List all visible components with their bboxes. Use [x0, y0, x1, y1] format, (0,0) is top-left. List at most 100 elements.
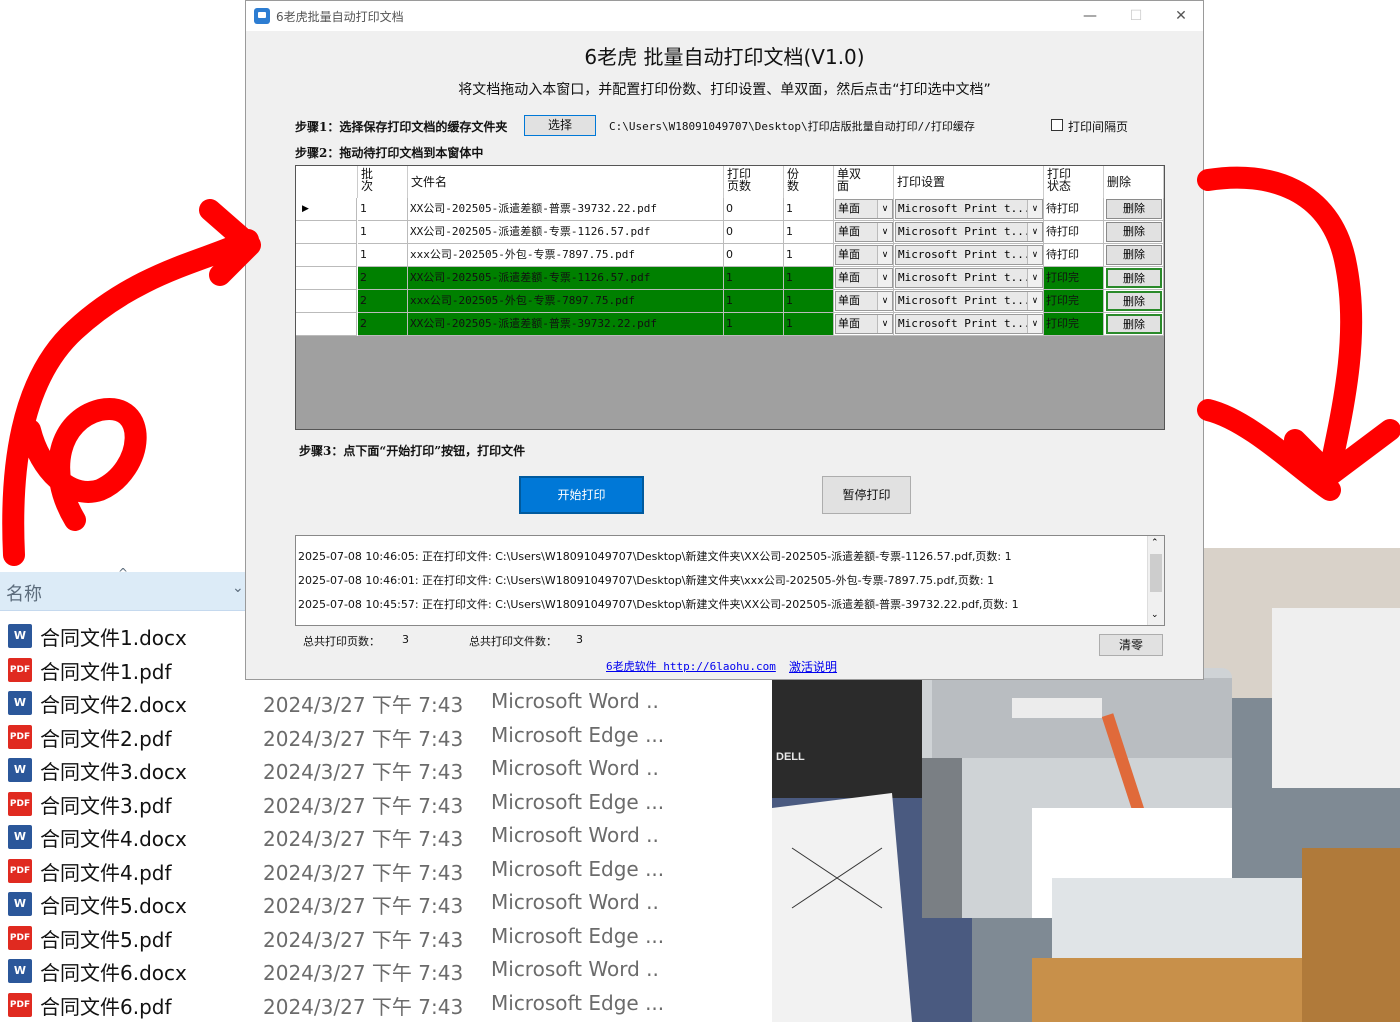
file-list-item[interactable]: PDF 合同文件5.pdf	[0, 922, 245, 955]
chevron-down-icon[interactable]: ∨	[877, 246, 892, 264]
grid-row[interactable]: 2 XX公司-202505-派遣差额-专票-1126.57.pdf 1 1 单面 ∨ Mic…	[296, 267, 1164, 290]
maximize-button[interactable]: ☐	[1113, 1, 1159, 31]
chevron-down-icon[interactable]: ∨	[1027, 223, 1042, 241]
grid-row[interactable]: ▶ 1 XX公司-202505-派遣差额-普票-39732.22.pdf 0 1 单面 ∨ M…	[296, 198, 1164, 221]
file-list-item[interactable]: W 合同文件6.docx	[0, 955, 245, 988]
col-status[interactable]: 打印状态	[1044, 166, 1104, 198]
scroll-up-icon[interactable]: ⌃	[1151, 538, 1159, 548]
cell-filename[interactable]: XX公司-202505-派遣差额-普票-39732.22.pdf	[408, 198, 724, 221]
interval-page-checkbox[interactable]	[1051, 119, 1063, 131]
file-list-item[interactable]: PDF 合同文件4.pdf	[0, 855, 245, 888]
delete-button[interactable]: 删除	[1106, 268, 1162, 288]
print-log[interactable]: 2025-07-08 10:46:05: 正在打印文件: C:\Users\W1…	[295, 535, 1165, 626]
cell-batch[interactable]: 1	[358, 198, 408, 221]
cell-batch[interactable]: 1	[358, 244, 408, 267]
file-details-row[interactable]: 2024/3/27 下午 7:43 Microsoft Word ..	[245, 888, 772, 921]
log-scrollbar[interactable]: ⌃ ⌄	[1147, 536, 1164, 625]
scroll-thumb[interactable]	[1150, 554, 1162, 592]
file-details-row[interactable]: 2024/3/27 下午 7:43 Microsoft Word ..	[245, 754, 772, 787]
chevron-down-icon[interactable]: ⌄	[232, 580, 244, 596]
row-selector[interactable]	[296, 290, 357, 313]
cell-copies[interactable]: 1	[784, 198, 834, 221]
cell-batch[interactable]: 2	[358, 313, 408, 336]
printer-dropdown[interactable]: Microsoft Print t... ∨	[895, 268, 1043, 288]
file-details-row[interactable]: 2024/3/27 下午 7:43 Microsoft Word ..	[245, 821, 772, 854]
grid-row[interactable]: 1 xxx公司-202505-外包-专票-7897.75.pdf 0 1 单面 ∨ Micr…	[296, 244, 1164, 267]
chevron-down-icon[interactable]: ∨	[1027, 246, 1042, 264]
cell-batch[interactable]: 1	[358, 221, 408, 244]
file-details-row[interactable]: 2024/3/27 下午 7:43 Microsoft Edge ...	[245, 988, 772, 1022]
scroll-down-icon[interactable]: ⌄	[1151, 610, 1159, 620]
cell-pages[interactable]: 0	[724, 244, 784, 267]
col-batch[interactable]: 批次	[358, 166, 408, 198]
delete-button[interactable]: 删除	[1106, 245, 1162, 265]
file-list-item[interactable]: PDF 合同文件2.pdf	[0, 721, 245, 754]
col-delete[interactable]: 删除	[1104, 166, 1164, 198]
cell-filename[interactable]: XX公司-202505-派遣差额-专票-1126.57.pdf	[408, 267, 724, 290]
file-details-row[interactable]: 2024/3/27 下午 7:43 Microsoft Word ..	[245, 955, 772, 988]
col-filename[interactable]: 文件名	[408, 166, 724, 198]
file-list-item[interactable]: W 合同文件2.docx	[0, 687, 245, 720]
cell-copies[interactable]: 1	[784, 313, 834, 336]
activation-link[interactable]: 激活说明	[789, 658, 837, 675]
duplex-dropdown[interactable]: 单面 ∨	[835, 291, 893, 311]
duplex-dropdown[interactable]: 单面 ∨	[835, 245, 893, 265]
duplex-dropdown[interactable]: 单面 ∨	[835, 314, 893, 334]
clear-button[interactable]: 清零	[1099, 634, 1163, 656]
printer-dropdown[interactable]: Microsoft Print t... ∨	[895, 222, 1043, 242]
grid-row[interactable]: 2 XX公司-202505-派遣差额-普票-39732.22.pdf 1 1 单面 ∨ Mi…	[296, 313, 1164, 336]
title-bar[interactable]: 6老虎批量自动打印文档 — ☐ ✕	[246, 1, 1203, 31]
chevron-down-icon[interactable]: ∨	[877, 269, 892, 287]
cell-batch[interactable]: 2	[358, 267, 408, 290]
cell-filename[interactable]: XX公司-202505-派遣差额-普票-39732.22.pdf	[408, 313, 724, 336]
printer-dropdown[interactable]: Microsoft Print t... ∨	[895, 291, 1043, 311]
cell-pages[interactable]: 1	[724, 267, 784, 290]
col-copies[interactable]: 份数	[784, 166, 834, 198]
cell-pages[interactable]: 1	[724, 290, 784, 313]
file-details-row[interactable]: 2024/3/27 下午 7:43 Microsoft Word ..	[245, 687, 772, 720]
chevron-down-icon[interactable]: ∨	[1027, 200, 1042, 218]
pause-print-button[interactable]: 暂停打印	[822, 476, 911, 514]
cell-copies[interactable]: 1	[784, 290, 834, 313]
duplex-dropdown[interactable]: 单面 ∨	[835, 268, 893, 288]
col-pages[interactable]: 打印页数	[724, 166, 784, 198]
printer-dropdown[interactable]: Microsoft Print t... ∨	[895, 314, 1043, 334]
grid-row[interactable]: 1 XX公司-202505-派遣差额-专票-1126.57.pdf 0 1 单面 ∨ Mic…	[296, 221, 1164, 244]
cell-copies[interactable]: 1	[784, 267, 834, 290]
file-list-item[interactable]: PDF 合同文件1.pdf	[0, 654, 245, 687]
duplex-dropdown[interactable]: 单面 ∨	[835, 199, 893, 219]
cell-pages[interactable]: 0	[724, 221, 784, 244]
printer-dropdown[interactable]: Microsoft Print t... ∨	[895, 199, 1043, 219]
cell-pages[interactable]: 1	[724, 313, 784, 336]
grid-row[interactable]: 2 xxx公司-202505-外包-专票-7897.75.pdf 1 1 单面 ∨ Micr…	[296, 290, 1164, 313]
cell-filename[interactable]: XX公司-202505-派遣差额-专票-1126.57.pdf	[408, 221, 724, 244]
explorer-column-header[interactable]: ^ 名称 ⌄	[0, 566, 245, 611]
cell-batch[interactable]: 2	[358, 290, 408, 313]
cell-filename[interactable]: xxx公司-202505-外包-专票-7897.75.pdf	[408, 290, 724, 313]
start-print-button[interactable]: 开始打印	[519, 476, 644, 514]
delete-button[interactable]: 删除	[1106, 314, 1162, 334]
file-details-row[interactable]: 2024/3/27 下午 7:43 Microsoft Edge ...	[245, 720, 772, 754]
file-list-item[interactable]: W 合同文件1.docx	[0, 620, 245, 653]
printer-dropdown[interactable]: Microsoft Print t... ∨	[895, 245, 1043, 265]
chevron-down-icon[interactable]: ∨	[877, 200, 892, 218]
cell-copies[interactable]: 1	[784, 221, 834, 244]
website-link[interactable]: 6老虎软件 http://6laohu.com	[606, 658, 776, 674]
chevron-down-icon[interactable]: ∨	[1027, 292, 1042, 310]
cell-filename[interactable]: xxx公司-202505-外包-专票-7897.75.pdf	[408, 244, 724, 267]
file-list-item[interactable]: PDF 合同文件6.pdf	[0, 989, 245, 1022]
chevron-down-icon[interactable]: ∨	[1027, 315, 1042, 333]
delete-button[interactable]: 删除	[1106, 222, 1162, 242]
close-button[interactable]: ✕	[1158, 1, 1204, 31]
row-selector[interactable]	[296, 313, 357, 336]
file-list-item[interactable]: W 合同文件3.docx	[0, 754, 245, 787]
col-settings[interactable]: 打印设置	[894, 166, 1044, 198]
delete-button[interactable]: 删除	[1106, 291, 1162, 311]
minimize-button[interactable]: —	[1067, 1, 1113, 31]
file-list-item[interactable]: PDF 合同文件3.pdf	[0, 788, 245, 821]
file-list-item[interactable]: W 合同文件5.docx	[0, 888, 245, 921]
col-duplex[interactable]: 单双面	[834, 166, 894, 198]
row-selector[interactable]	[296, 244, 357, 267]
duplex-dropdown[interactable]: 单面 ∨	[835, 222, 893, 242]
cell-copies[interactable]: 1	[784, 244, 834, 267]
